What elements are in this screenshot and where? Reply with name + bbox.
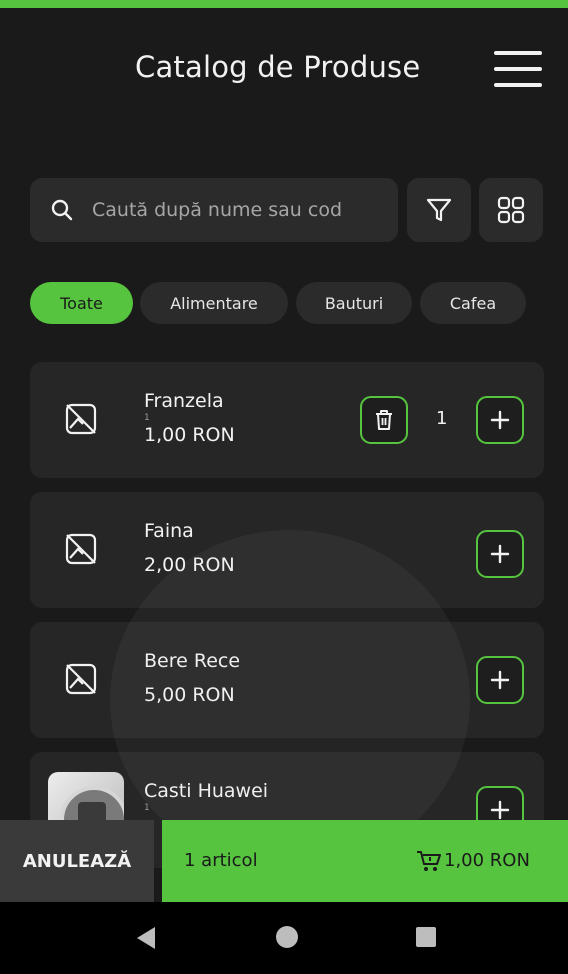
category-chip-alimentare[interactable]: Alimentare <box>140 282 288 324</box>
quantity-value: 1 <box>436 408 448 429</box>
no-image-icon <box>65 533 97 565</box>
product-card-franzela[interactable]: Franzela 1 1,00 RON 1 <box>30 362 544 478</box>
product-card-faina[interactable]: Faina 2,00 RON <box>30 492 544 608</box>
category-chip-bauturi[interactable]: Bauturi <box>296 282 412 324</box>
category-chip-cafea[interactable]: Cafea <box>420 282 526 324</box>
product-card-bere-rece[interactable]: Bere Rece 5,00 RON <box>30 622 544 738</box>
no-image-icon <box>65 663 97 695</box>
filter-icon <box>426 198 452 222</box>
recent-apps-icon[interactable] <box>416 927 436 947</box>
bottom-action-bar: ANULEAZĂ 1 articol 1,00 RON <box>0 820 568 902</box>
filter-button[interactable] <box>407 178 471 242</box>
category-chip-toate[interactable]: Toate <box>30 282 133 324</box>
page-title: Catalog de Produse <box>135 50 421 84</box>
add-button[interactable] <box>476 396 524 444</box>
cancel-button[interactable]: ANULEAZĂ <box>0 820 154 902</box>
plus-icon <box>490 410 510 430</box>
product-price: 2,00 RON <box>144 554 235 576</box>
grid-view-button[interactable] <box>479 178 543 242</box>
product-price: 5,00 RON <box>144 684 235 706</box>
cart-total: 1,00 RON <box>444 850 530 871</box>
add-button[interactable] <box>476 656 524 704</box>
product-code: 1 <box>144 803 150 813</box>
search-icon <box>51 199 73 221</box>
cart-icon <box>417 851 441 871</box>
trash-icon <box>376 410 392 430</box>
product-code: 1 <box>144 413 150 423</box>
plus-icon <box>490 800 510 820</box>
search-input[interactable] <box>92 188 384 232</box>
cart-item-count: 1 articol <box>184 850 258 871</box>
home-icon[interactable] <box>276 926 298 948</box>
hamburger-icon-line <box>494 83 542 87</box>
product-name: Casti Huawei <box>144 780 269 802</box>
product-name: Bere Rece <box>144 650 241 672</box>
delete-button[interactable] <box>360 396 408 444</box>
back-icon[interactable] <box>137 927 155 949</box>
plus-icon <box>490 544 510 564</box>
product-name: Franzela <box>144 390 224 412</box>
menu-button[interactable] <box>492 48 544 90</box>
grid-view-icon <box>497 196 525 224</box>
no-image-icon <box>65 403 97 435</box>
product-name: Faina <box>144 520 194 542</box>
plus-icon <box>490 670 510 690</box>
add-button[interactable] <box>476 530 524 578</box>
top-accent-line <box>0 0 568 8</box>
cart-summary-button[interactable]: 1 articol 1,00 RON <box>162 820 568 902</box>
hamburger-icon-line <box>494 67 542 71</box>
product-price: 1,00 RON <box>144 424 235 446</box>
hamburger-icon <box>494 51 542 55</box>
